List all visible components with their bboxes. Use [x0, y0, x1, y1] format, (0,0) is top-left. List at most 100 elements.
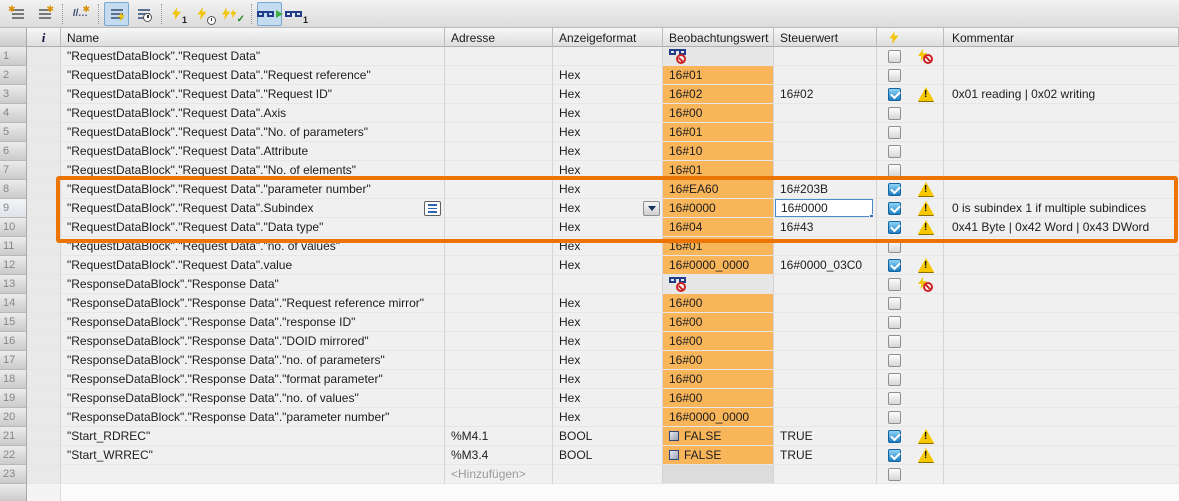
name-cell[interactable]: "Start_RDREC": [61, 427, 445, 446]
address-cell[interactable]: [445, 351, 553, 370]
name-cell[interactable]: "Start_WRREC": [61, 446, 445, 465]
row-info-cell[interactable]: [27, 294, 61, 313]
modify-with-trigger-icon[interactable]: [194, 2, 219, 26]
row-info-cell[interactable]: [27, 85, 61, 104]
name-cell[interactable]: "RequestDataBlock"."Request Data"."Reque…: [61, 66, 445, 85]
monitor-value-cell[interactable]: FALSE: [663, 446, 774, 465]
address-cell[interactable]: [445, 85, 553, 104]
row-number[interactable]: 2: [0, 66, 27, 85]
display-format-cell[interactable]: [553, 47, 663, 66]
name-cell[interactable]: "RequestDataBlock"."Request Data".Attrib…: [61, 142, 445, 161]
monitor-value-cell[interactable]: 16#01: [663, 161, 774, 180]
display-format-cell[interactable]: Hex: [553, 123, 663, 142]
name-cell[interactable]: [61, 465, 445, 484]
address-cell[interactable]: [445, 104, 553, 123]
name-cell[interactable]: "RequestDataBlock"."Request Data"."param…: [61, 180, 445, 199]
row-info-cell[interactable]: [27, 370, 61, 389]
address-cell[interactable]: %M4.1: [445, 427, 553, 446]
comment-cell[interactable]: [944, 256, 1179, 275]
name-cell[interactable]: "RequestDataBlock"."Request Data".Subind…: [61, 199, 445, 218]
row-number[interactable]: 7: [0, 161, 27, 180]
monitor-value-cell[interactable]: 16#00: [663, 351, 774, 370]
address-cell[interactable]: [445, 275, 553, 294]
modify-value-cell[interactable]: TRUE: [774, 427, 877, 446]
modify-value-cell[interactable]: 16#02: [774, 85, 877, 104]
row-number[interactable]: 11: [0, 237, 27, 256]
modify-value-cell[interactable]: [774, 47, 877, 66]
name-cell[interactable]: "ResponseDataBlock"."Response Data"."no.…: [61, 389, 445, 408]
modify-checkbox[interactable]: [888, 430, 901, 443]
row-info-cell[interactable]: [27, 332, 61, 351]
row-number[interactable]: 17: [0, 351, 27, 370]
row-number[interactable]: 21: [0, 427, 27, 446]
row-number[interactable]: 14: [0, 294, 27, 313]
name-cell[interactable]: "ResponseDataBlock"."Response Data"."par…: [61, 408, 445, 427]
address-cell[interactable]: [445, 408, 553, 427]
display-format-cell[interactable]: Hex: [553, 370, 663, 389]
display-format-cell[interactable]: Hex: [553, 161, 663, 180]
modify-once-icon[interactable]: 1: [167, 2, 192, 26]
name-cell[interactable]: "RequestDataBlock"."Request Data".value: [61, 256, 445, 275]
row-info-cell[interactable]: [27, 47, 61, 66]
comment-cell[interactable]: 0x41 Byte | 0x42 Word | 0x43 DWord: [944, 218, 1179, 237]
display-format-cell[interactable]: Hex: [553, 237, 663, 256]
row-info-cell[interactable]: [27, 237, 61, 256]
address-cell[interactable]: [445, 313, 553, 332]
address-cell[interactable]: [445, 218, 553, 237]
monitor-value-cell[interactable]: 16#0000_0000: [663, 256, 774, 275]
modify-checkbox[interactable]: [888, 164, 901, 177]
address-cell[interactable]: [445, 142, 553, 161]
row-info-cell[interactable]: [27, 256, 61, 275]
comment-cell[interactable]: [944, 161, 1179, 180]
display-format-cell[interactable]: Hex: [553, 218, 663, 237]
monitor-value-cell[interactable]: [663, 47, 774, 66]
address-cell[interactable]: [445, 123, 553, 142]
monitor-value-cell[interactable]: [663, 465, 774, 484]
comment-cell[interactable]: [944, 351, 1179, 370]
modify-value-cell[interactable]: [774, 465, 877, 484]
modify-checkbox[interactable]: [888, 278, 901, 291]
display-format-cell[interactable]: Hex: [553, 85, 663, 104]
row-number[interactable]: 22: [0, 446, 27, 465]
row-info-cell[interactable]: [27, 351, 61, 370]
display-format-cell[interactable]: Hex: [553, 142, 663, 161]
row-number[interactable]: 3: [0, 85, 27, 104]
row-info-cell[interactable]: [27, 446, 61, 465]
row-info-cell[interactable]: [27, 465, 61, 484]
row-number[interactable]: 15: [0, 313, 27, 332]
monitor-value-cell[interactable]: 16#EA60: [663, 180, 774, 199]
modify-checkbox[interactable]: [888, 107, 901, 120]
row-info-cell[interactable]: [27, 427, 61, 446]
display-format-cell[interactable]: Hex: [553, 332, 663, 351]
comment-cell[interactable]: [944, 294, 1179, 313]
modify-checkbox[interactable]: [888, 202, 901, 215]
row-info-cell[interactable]: [27, 275, 61, 294]
comment-cell[interactable]: [944, 275, 1179, 294]
address-cell[interactable]: [445, 161, 553, 180]
display-format-cell[interactable]: [553, 465, 663, 484]
monitor-value-cell[interactable]: 16#00: [663, 389, 774, 408]
row-info-cell[interactable]: [27, 123, 61, 142]
comment-cell[interactable]: 0x01 reading | 0x02 writing: [944, 85, 1179, 104]
monitor-value-cell[interactable]: 16#00: [663, 313, 774, 332]
modify-value-cell[interactable]: [774, 351, 877, 370]
modify-value-cell[interactable]: TRUE: [774, 446, 877, 465]
modify-value-cell[interactable]: [774, 332, 877, 351]
display-format-cell[interactable]: [553, 275, 663, 294]
modify-checkbox[interactable]: [888, 69, 901, 82]
modify-value-cell[interactable]: [774, 408, 877, 427]
modify-checkbox[interactable]: [888, 392, 901, 405]
modify-value-cell[interactable]: [774, 66, 877, 85]
modify-checkbox[interactable]: [888, 259, 901, 272]
modify-value-cell[interactable]: 16#0000_03C0: [774, 256, 877, 275]
name-cell[interactable]: "ResponseDataBlock"."Response Data"."res…: [61, 313, 445, 332]
address-cell[interactable]: [445, 294, 553, 313]
monitor-value-cell[interactable]: 16#00: [663, 332, 774, 351]
insert-expression-icon[interactable]: Il…✱: [68, 2, 93, 26]
modify-checkbox[interactable]: [888, 221, 901, 234]
monitor-value-cell[interactable]: 16#00: [663, 104, 774, 123]
row-number[interactable]: 8: [0, 180, 27, 199]
trigger-columns-icon[interactable]: [131, 2, 156, 26]
modify-value-cell[interactable]: [774, 237, 877, 256]
insert-row-icon[interactable]: ✱: [5, 2, 30, 26]
